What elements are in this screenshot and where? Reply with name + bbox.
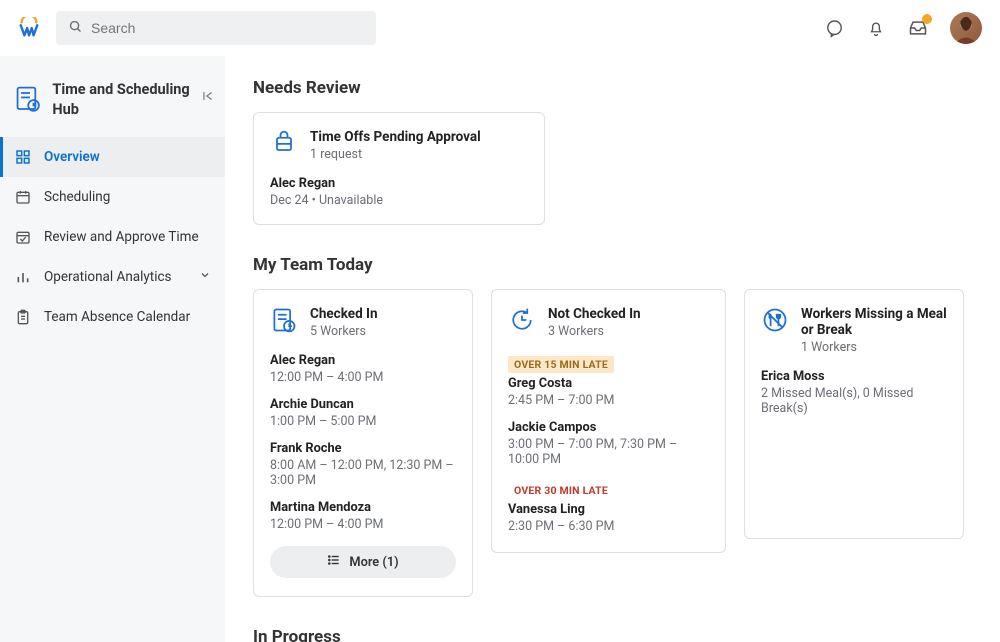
worker-name: Alec Regan <box>270 353 456 368</box>
more-label: More (1) <box>349 555 398 570</box>
search-box[interactable] <box>56 11 376 45</box>
not-checked-in-card[interactable]: Not Checked In 3 Workers OVER 15 MIN LAT… <box>491 289 726 553</box>
card-subtitle: 1 Workers <box>801 340 947 355</box>
sidebar-item-label: Overview <box>44 149 100 165</box>
card-title: Workers Missing a Meal or Break <box>801 306 947 338</box>
inbox-badge <box>922 14 932 24</box>
card-title: Not Checked In <box>548 306 641 322</box>
in-progress-heading: In Progress <box>253 627 972 642</box>
calendar-icon <box>14 188 32 206</box>
briefcase-clock-icon <box>270 129 298 157</box>
review-worker-detail: Dec 24 • Unavailable <box>270 193 528 208</box>
card-subtitle: 1 request <box>310 147 481 162</box>
card-title: Time Offs Pending Approval <box>310 129 481 145</box>
worker-time: 8:00 AM – 12:00 PM, 12:30 PM – 3:00 PM <box>270 458 456 488</box>
worker-time: 12:00 PM – 4:00 PM <box>270 370 456 385</box>
collapse-sidebar-icon[interactable] <box>201 88 215 107</box>
workday-logo[interactable] <box>18 17 40 39</box>
needs-review-heading: Needs Review <box>253 78 972 98</box>
avatar[interactable] <box>950 12 982 44</box>
grid-icon <box>14 148 32 166</box>
nav-list: Overview Scheduling Review and Approve T… <box>0 137 225 337</box>
sidebar-header: Time and Scheduling Hub <box>0 62 225 137</box>
worker-name: Jackie Campos <box>508 420 709 435</box>
main-content: Needs Review Time Offs Pending Approval … <box>225 56 1000 642</box>
sidebar-item-label: Team Absence Calendar <box>44 309 190 325</box>
topbar <box>0 0 1000 56</box>
sidebar-title: Time and Scheduling Hub <box>52 80 211 119</box>
sidebar-item-analytics[interactable]: Operational Analytics <box>0 257 225 297</box>
checked-in-icon <box>270 306 298 334</box>
team-today-row: Checked In 5 Workers Alec Regan 12:00 PM… <box>253 289 972 597</box>
chat-icon[interactable] <box>824 18 844 38</box>
worker-time: 2:45 PM – 7:00 PM <box>508 393 709 408</box>
sidebar-item-overview[interactable]: Overview <box>0 137 225 177</box>
my-team-today-heading: My Team Today <box>253 255 972 275</box>
worker-row: Erica Moss 2 Missed Meal(s), 0 Missed Br… <box>761 369 947 416</box>
worker-name: Greg Costa <box>508 376 709 391</box>
card-subtitle: 3 Workers <box>548 324 641 339</box>
worker-name: Vanessa Ling <box>508 502 709 517</box>
search-input[interactable] <box>91 20 364 36</box>
worker-row: Frank Roche 8:00 AM – 12:00 PM, 12:30 PM… <box>270 441 456 488</box>
hub-icon <box>14 85 42 115</box>
card-title: Checked In <box>310 306 378 322</box>
checked-in-card[interactable]: Checked In 5 Workers Alec Regan 12:00 PM… <box>253 289 473 597</box>
late-badge: OVER 15 MIN LATE <box>508 356 614 373</box>
worker-row: Martina Mendoza 12:00 PM – 4:00 PM <box>270 500 456 532</box>
sidebar-item-label: Review and Approve Time <box>44 229 199 245</box>
topbar-actions <box>824 12 982 44</box>
clock-refresh-icon <box>508 306 536 334</box>
worker-row: Jackie Campos 3:00 PM – 7:00 PM, 7:30 PM… <box>508 420 709 467</box>
worker-name: Erica Moss <box>761 369 947 384</box>
calendar-check-icon <box>14 228 32 246</box>
missing-break-card[interactable]: Workers Missing a Meal or Break 1 Worker… <box>744 289 964 539</box>
worker-time: 1:00 PM – 5:00 PM <box>270 414 456 429</box>
worker-name: Martina Mendoza <box>270 500 456 515</box>
review-worker-name: Alec Regan <box>270 176 528 191</box>
sidebar-item-scheduling[interactable]: Scheduling <box>0 177 225 217</box>
worker-row: OVER 30 MIN LATE Vanessa Ling 2:30 PM – … <box>508 479 709 534</box>
worker-time: 2:30 PM – 6:30 PM <box>508 519 709 534</box>
clipboard-icon <box>14 308 32 326</box>
time-off-pending-card[interactable]: Time Offs Pending Approval 1 request Ale… <box>253 112 545 225</box>
more-button[interactable]: More (1) <box>270 546 456 578</box>
no-meal-icon <box>761 306 789 334</box>
sidebar-item-label: Operational Analytics <box>44 269 172 285</box>
bar-chart-icon <box>14 268 32 286</box>
search-icon <box>68 19 83 38</box>
worker-time: 2 Missed Meal(s), 0 Missed Break(s) <box>761 386 947 416</box>
sidebar: Time and Scheduling Hub Overview Schedul… <box>0 56 225 642</box>
sidebar-item-label: Scheduling <box>44 189 110 205</box>
card-subtitle: 5 Workers <box>310 324 378 339</box>
worker-time: 12:00 PM – 4:00 PM <box>270 517 456 532</box>
bell-icon[interactable] <box>866 18 886 38</box>
worker-row: Archie Duncan 1:00 PM – 5:00 PM <box>270 397 456 429</box>
late-badge: OVER 30 MIN LATE <box>508 482 614 499</box>
chevron-down-icon <box>199 269 211 285</box>
worker-row: OVER 15 MIN LATE Greg Costa 2:45 PM – 7:… <box>508 353 709 408</box>
worker-row: Alec Regan 12:00 PM – 4:00 PM <box>270 353 456 385</box>
worker-name: Frank Roche <box>270 441 456 456</box>
inbox-icon[interactable] <box>908 18 928 38</box>
worker-time: 3:00 PM – 7:00 PM, 7:30 PM – 10:00 PM <box>508 437 709 467</box>
sidebar-item-absence[interactable]: Team Absence Calendar <box>0 297 225 337</box>
list-icon <box>327 553 341 571</box>
worker-name: Archie Duncan <box>270 397 456 412</box>
sidebar-item-review-approve[interactable]: Review and Approve Time <box>0 217 225 257</box>
